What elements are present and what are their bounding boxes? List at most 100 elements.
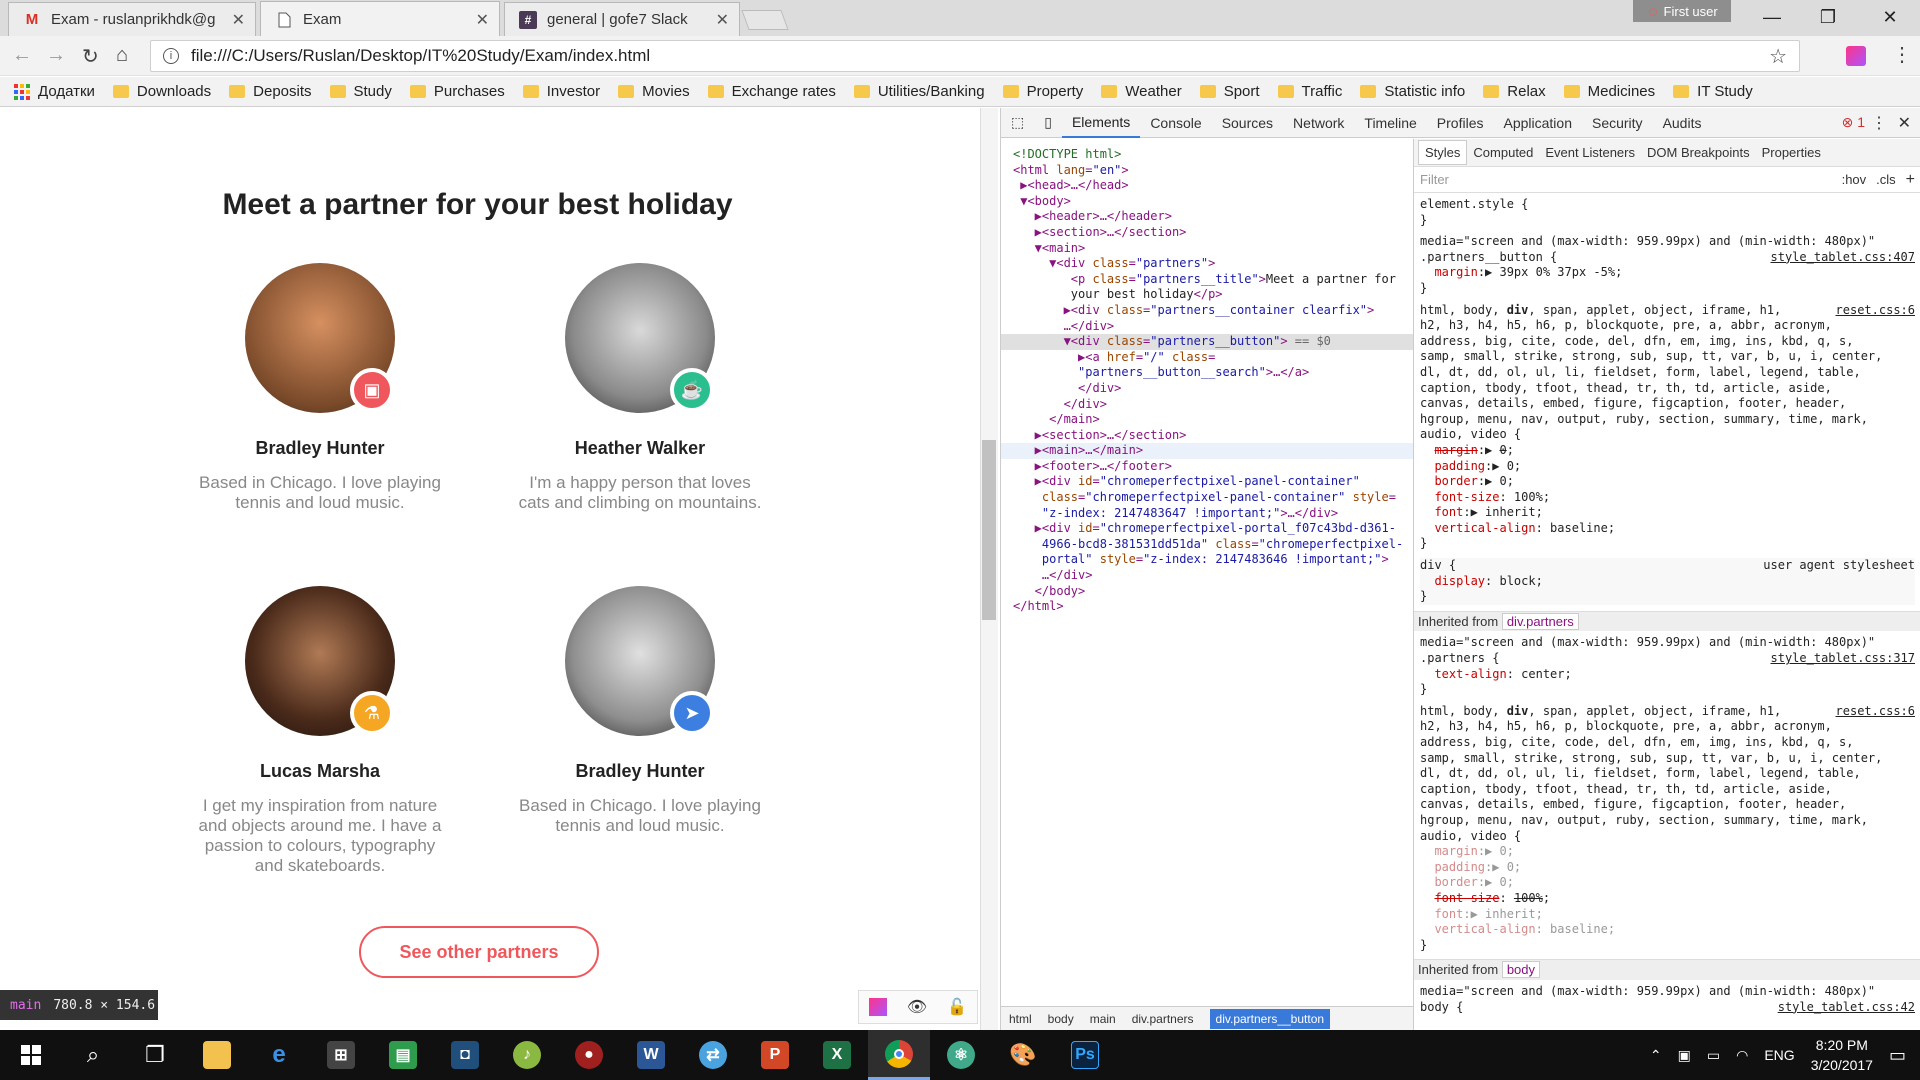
- dom-node[interactable]: </body>: [1001, 584, 1413, 600]
- eye-icon[interactable]: 👁: [907, 997, 927, 1017]
- see-other-partners-button[interactable]: See other partners: [359, 926, 599, 978]
- crumb-html[interactable]: html: [1009, 1012, 1032, 1026]
- taskbar-app-spreadsheet[interactable]: ▤: [372, 1030, 434, 1080]
- language-indicator[interactable]: ENG: [1764, 1047, 1794, 1063]
- dom-node[interactable]: portal" style="z-index: 2147483646 !impo…: [1001, 552, 1413, 568]
- tab-audits[interactable]: Audits: [1653, 108, 1712, 138]
- wifi-icon[interactable]: ◠: [1736, 1047, 1748, 1064]
- hov-toggle[interactable]: :hov: [1842, 172, 1867, 187]
- taskbar-app-edge[interactable]: e: [248, 1030, 310, 1080]
- extension-icon[interactable]: [868, 998, 887, 1016]
- error-count-badge[interactable]: ⊗ 1: [1842, 114, 1865, 131]
- dom-tree[interactable]: <!DOCTYPE html> <html lang="en"> ▶<head>…: [1001, 139, 1413, 1001]
- dom-node[interactable]: ▼<body>: [1001, 194, 1413, 210]
- dom-node[interactable]: "z-index: 2147483647 !important;">…</div…: [1001, 506, 1413, 522]
- taskbar-app-chrome[interactable]: [868, 1030, 930, 1080]
- tab-security[interactable]: Security: [1582, 108, 1653, 138]
- dom-node[interactable]: ▶<head>…</head>: [1001, 178, 1413, 194]
- dom-node[interactable]: ▶<header>…</header>: [1001, 209, 1413, 225]
- tab-exam[interactable]: Exam ✕: [260, 1, 500, 37]
- battery-icon[interactable]: ▭: [1707, 1047, 1720, 1064]
- tab-console[interactable]: Console: [1140, 108, 1211, 138]
- dom-node[interactable]: </div>: [1001, 381, 1413, 397]
- bookmark-folder[interactable]: Purchases: [409, 83, 505, 100]
- taskbar-app-word[interactable]: W: [620, 1030, 682, 1080]
- tab-gmail[interactable]: M Exam - ruslanprikhdk@g ✕: [8, 2, 256, 36]
- dom-node[interactable]: </html>: [1001, 599, 1413, 615]
- taskbar-app-photoshop[interactable]: Ps: [1054, 1030, 1116, 1080]
- taskbar-app-itunes[interactable]: ♪: [496, 1030, 558, 1080]
- search-icon[interactable]: ⌕: [62, 1030, 124, 1080]
- dom-node[interactable]: ▶<a href="/" class=: [1001, 350, 1413, 366]
- bookmark-folder[interactable]: Movies: [618, 83, 690, 100]
- tab-slack[interactable]: # general | gofe7 Slack ✕: [504, 2, 740, 36]
- bookmark-folder[interactable]: Property: [1002, 83, 1083, 100]
- bookmark-star-icon[interactable]: ☆: [1769, 44, 1787, 69]
- tab-application[interactable]: Application: [1493, 108, 1582, 138]
- bookmark-folder[interactable]: Medicines: [1563, 83, 1655, 100]
- filter-input[interactable]: Filter: [1420, 172, 1449, 187]
- taskbar-app-store[interactable]: ⊞: [310, 1030, 372, 1080]
- dom-node[interactable]: class="chromeperfectpixel-panel-containe…: [1001, 490, 1413, 506]
- bookmark-apps[interactable]: Додатки: [14, 83, 95, 100]
- close-tab-icon[interactable]: ✕: [716, 10, 729, 30]
- back-icon[interactable]: ←: [12, 44, 32, 67]
- crumb-body[interactable]: body: [1048, 1012, 1074, 1026]
- more-options-icon[interactable]: ⋮: [1871, 113, 1887, 133]
- dom-node[interactable]: your best holiday</p>: [1001, 287, 1413, 303]
- profile-button[interactable]: ☺ First user: [1633, 0, 1731, 22]
- dom-node[interactable]: ▶<div id="chromeperfectpixel-panel-conta…: [1001, 474, 1413, 490]
- clock[interactable]: 8:20 PM 3/20/2017: [1811, 1035, 1873, 1075]
- cls-toggle[interactable]: .cls: [1876, 172, 1896, 187]
- tab-profiles[interactable]: Profiles: [1427, 108, 1494, 138]
- taskbar-app-paint[interactable]: 🎨: [992, 1030, 1054, 1080]
- tab-dom-breakpoints[interactable]: DOM Breakpoints: [1641, 145, 1756, 160]
- dom-node-selected[interactable]: ▼<div class="partners__button"> == $0: [1001, 334, 1413, 350]
- taskbar-app-photos[interactable]: ◘: [434, 1030, 496, 1080]
- dom-node[interactable]: …</div>: [1001, 568, 1413, 584]
- dom-node[interactable]: ▼<div class="partners">: [1001, 256, 1413, 272]
- bookmark-folder[interactable]: Downloads: [112, 83, 211, 100]
- bookmark-folder[interactable]: Deposits: [229, 83, 312, 100]
- taskbar-app-atom[interactable]: ⚛: [930, 1030, 992, 1080]
- tab-sources[interactable]: Sources: [1212, 108, 1283, 138]
- close-devtools-icon[interactable]: ✕: [1898, 113, 1911, 133]
- taskbar-app-teamviewer[interactable]: ⇄: [682, 1030, 744, 1080]
- dom-node[interactable]: </div>: [1001, 397, 1413, 413]
- dom-node[interactable]: ▶<main>…</main>: [1001, 443, 1413, 459]
- dom-node[interactable]: ▶<div id="chromeperfectpixel-portal_f07c…: [1001, 521, 1413, 537]
- bookmark-folder[interactable]: Statistic info: [1360, 83, 1465, 100]
- menu-icon[interactable]: ⋮: [1892, 42, 1912, 67]
- crumb-div-partners-button[interactable]: div.partners__button: [1209, 1008, 1331, 1029]
- start-button[interactable]: [0, 1030, 62, 1080]
- dom-node[interactable]: "partners__button__search">…</a>: [1001, 365, 1413, 381]
- dom-node[interactable]: </main>: [1001, 412, 1413, 428]
- dom-node[interactable]: <p class="partners__title">Meet a partne…: [1001, 272, 1413, 288]
- restore-button[interactable]: ❐: [1800, 0, 1856, 34]
- dom-node[interactable]: <html lang="en">: [1001, 163, 1413, 179]
- taskbar-app-powerpoint[interactable]: P: [744, 1030, 806, 1080]
- bookmark-folder[interactable]: Utilities/Banking: [853, 83, 985, 100]
- tab-styles[interactable]: Styles: [1418, 140, 1468, 165]
- bookmark-folder[interactable]: Traffic: [1277, 83, 1342, 100]
- minimize-button[interactable]: —: [1744, 0, 1800, 34]
- reload-icon[interactable]: ↻: [82, 44, 99, 69]
- dom-node[interactable]: <!DOCTYPE html>: [1001, 147, 1413, 163]
- tab-network[interactable]: Network: [1283, 108, 1354, 138]
- address-bar[interactable]: i file:///C:/Users/Ruslan/Desktop/IT%20S…: [150, 40, 1800, 72]
- tab-computed[interactable]: Computed: [1467, 145, 1539, 160]
- bookmark-folder[interactable]: Weather: [1101, 83, 1182, 100]
- page-scrollbar-thumb[interactable]: [982, 440, 996, 620]
- crumb-div-partners[interactable]: div.partners: [1132, 1012, 1194, 1026]
- lock-icon[interactable]: 🔓: [947, 997, 967, 1017]
- tab-elements[interactable]: Elements: [1061, 108, 1141, 138]
- extension-icon[interactable]: [1846, 46, 1866, 66]
- tab-properties[interactable]: Properties: [1756, 145, 1827, 160]
- home-icon[interactable]: ⌂: [116, 44, 128, 67]
- dom-node[interactable]: 4966-bcd8-381531dd51da" class="chromeper…: [1001, 537, 1413, 553]
- dom-node[interactable]: ▶<section>…</section>: [1001, 225, 1413, 241]
- dom-node[interactable]: ▶<section>…</section>: [1001, 428, 1413, 444]
- dom-node[interactable]: ▶<footer>…</footer>: [1001, 459, 1413, 475]
- close-tab-icon[interactable]: ✕: [476, 10, 489, 30]
- bookmark-folder[interactable]: Investor: [522, 83, 600, 100]
